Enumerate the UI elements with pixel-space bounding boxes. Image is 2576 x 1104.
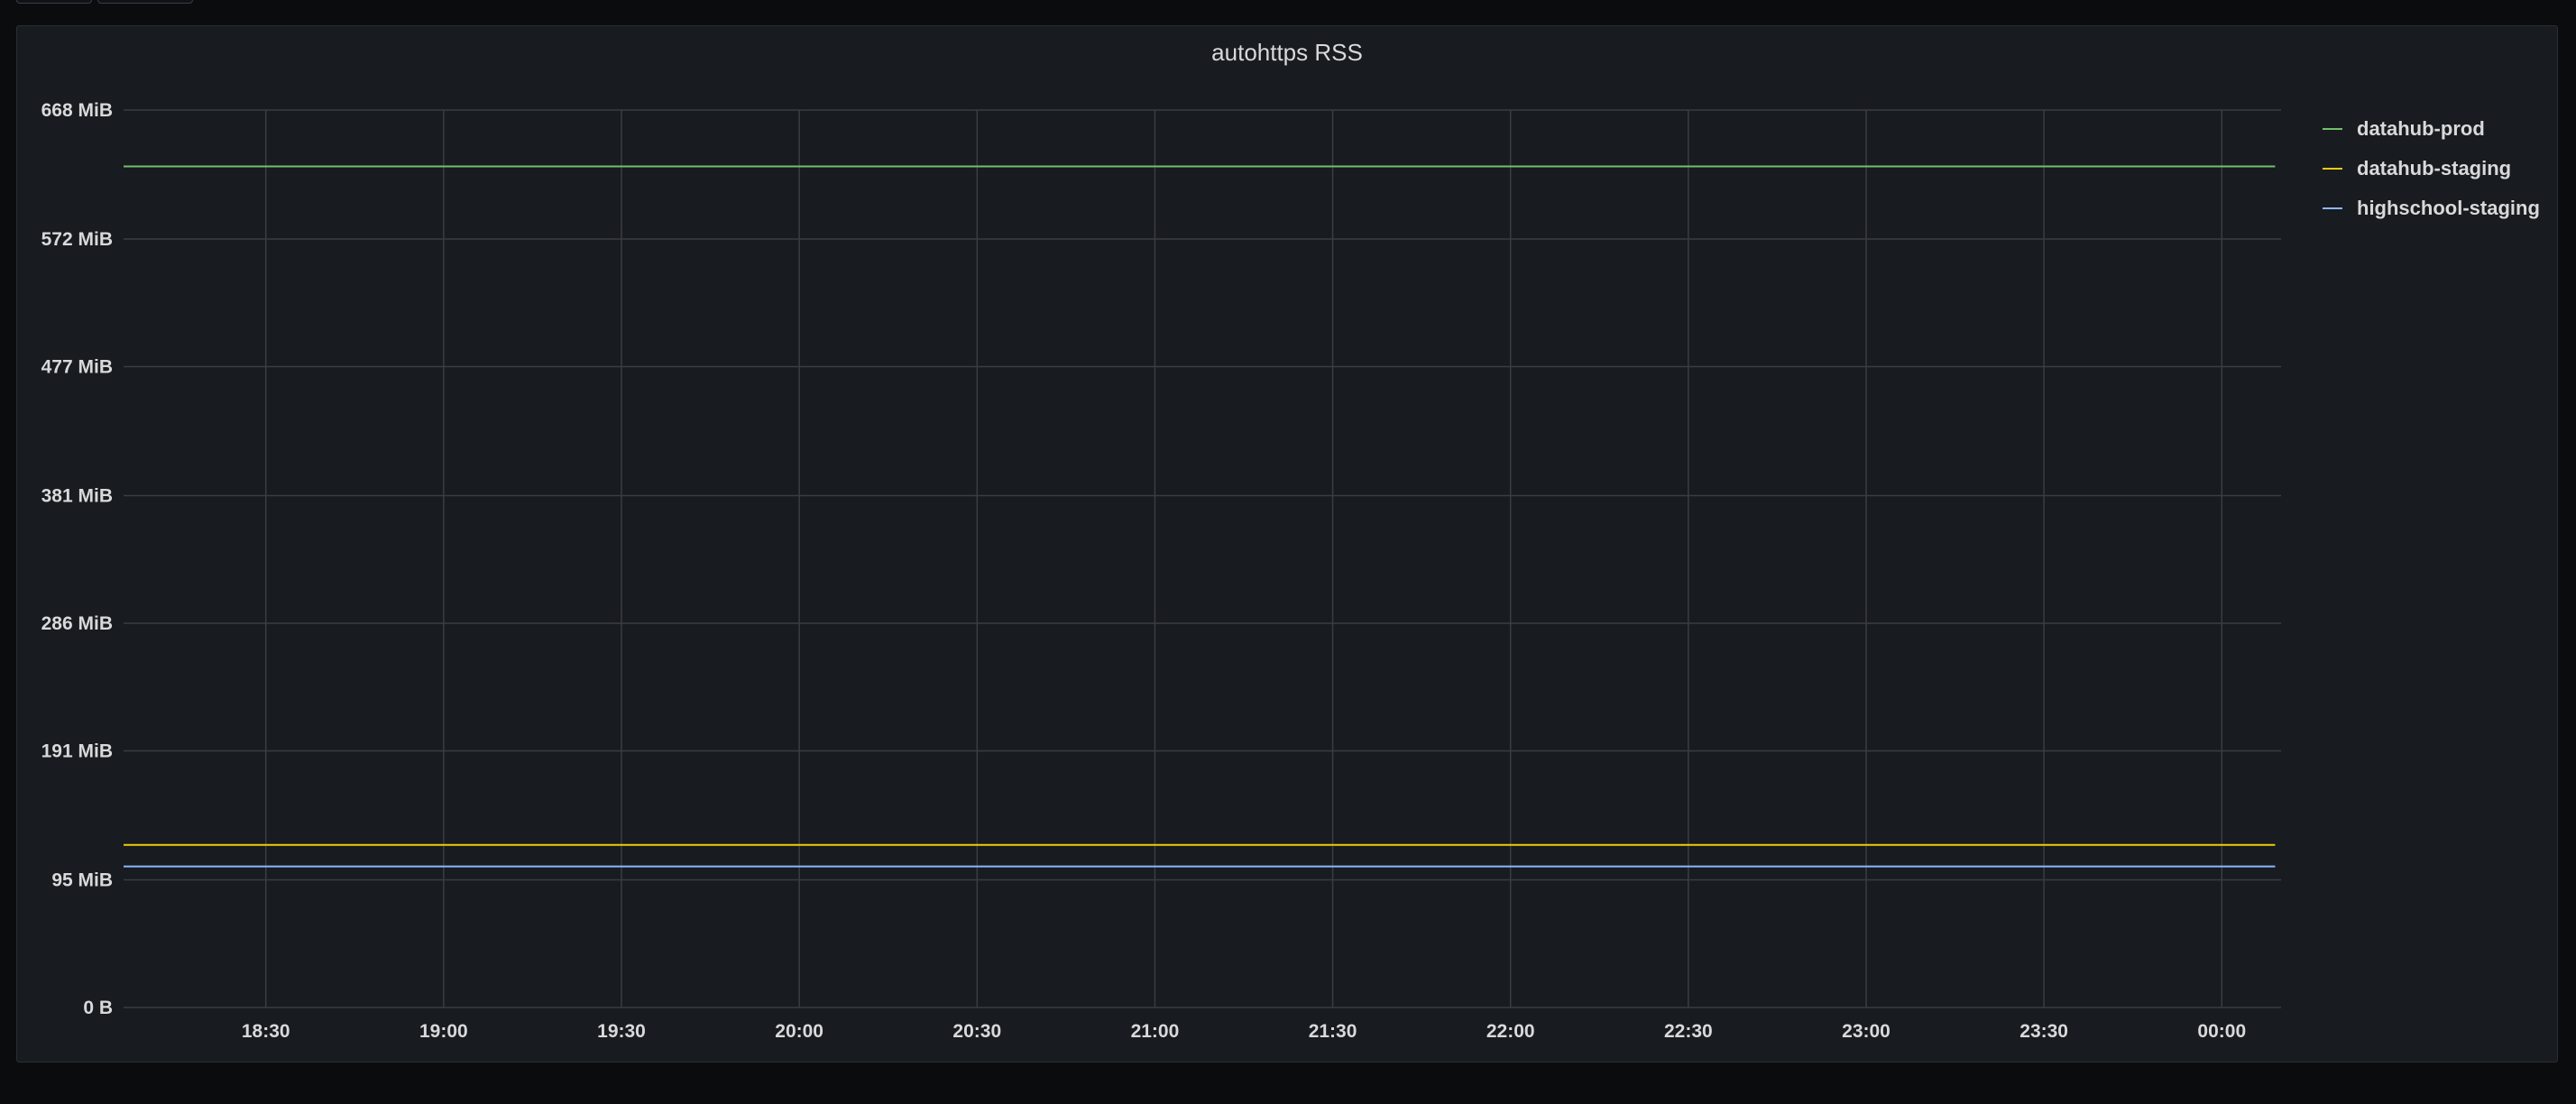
legend-swatch — [2323, 128, 2342, 130]
legend-item-datahub-prod[interactable]: datahub-prod — [2323, 109, 2540, 149]
y-tick-label: 668 MiB — [41, 100, 113, 121]
legend-item-datahub-staging[interactable]: datahub-staging — [2323, 149, 2540, 189]
y-tick-label: 477 MiB — [41, 356, 113, 377]
legend-item-highschool-staging[interactable]: highschool-staging — [2323, 189, 2540, 228]
chart-plot: 0 B 95 MiB 191 MiB 286 MiB 381 MiB 477 MiB 572… — [41, 100, 2281, 1042]
y-tick-label: 191 MiB — [41, 741, 113, 762]
x-tick-label: 21:00 — [1131, 1021, 1180, 1042]
x-tick-label: 22:30 — [1664, 1021, 1713, 1042]
y-tick-label: 95 MiB — [51, 869, 113, 890]
x-tick-label: 19:00 — [419, 1021, 468, 1042]
x-tick-label: 20:00 — [775, 1021, 823, 1042]
legend-label: datahub-prod — [2357, 117, 2485, 140]
x-tick-label: 23:30 — [2019, 1021, 2068, 1042]
y-tick-label: 0 B — [83, 998, 113, 1018]
legend: datahub-prod datahub-staging highschool-st… — [2323, 109, 2540, 228]
chart-panel: autohttps RSS 0 B 95 MiB 191 MiB 286 MiB 381… — [16, 25, 2558, 1063]
x-tick-label: 18:30 — [242, 1021, 290, 1042]
x-tick-label: 23:00 — [1842, 1021, 1891, 1042]
x-tick-label: 00:00 — [2197, 1021, 2246, 1042]
legend-swatch — [2323, 207, 2342, 209]
toolbar-button-stub[interactable] — [16, 0, 92, 4]
legend-label: datahub-staging — [2357, 157, 2512, 179]
legend-label: highschool-staging — [2357, 197, 2540, 219]
x-tick-label: 21:30 — [1309, 1021, 1357, 1042]
x-tick-label: 22:00 — [1486, 1021, 1535, 1042]
y-tick-label: 572 MiB — [41, 229, 113, 250]
y-tick-label: 381 MiB — [41, 485, 113, 506]
legend-swatch — [2323, 168, 2342, 170]
x-tick-label: 20:30 — [952, 1021, 1001, 1042]
x-tick-label: 19:30 — [597, 1021, 646, 1042]
y-tick-label: 286 MiB — [41, 613, 113, 634]
toolbar-button-stub[interactable] — [97, 0, 193, 4]
